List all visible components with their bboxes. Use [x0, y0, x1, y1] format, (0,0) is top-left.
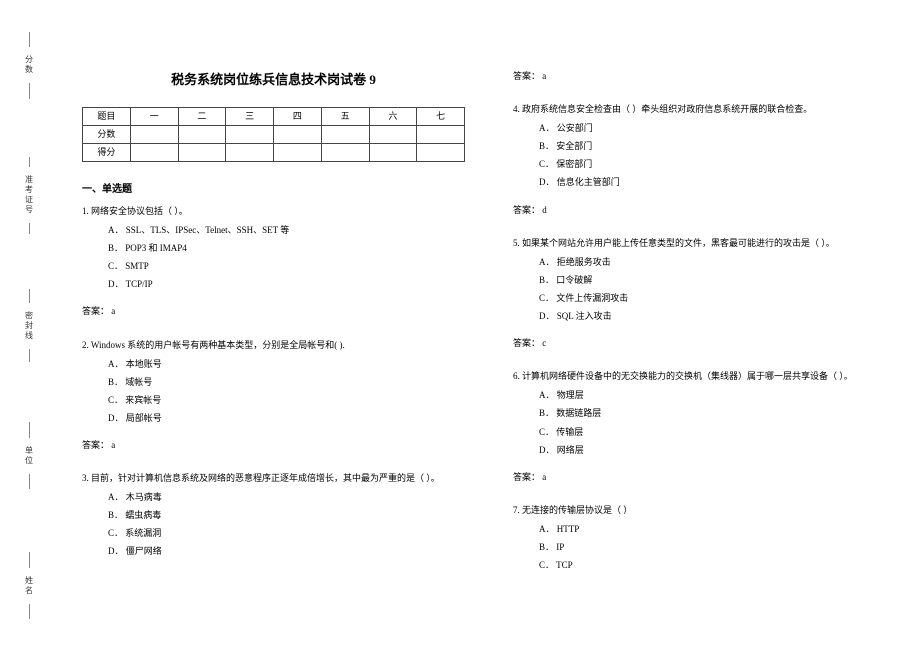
question-block: 7. 无连接的传输层协议是（ ） A． HTTP B． IP C． TCP [513, 502, 896, 574]
page-title: 税务系统岗位练兵信息技术岗试卷 9 [82, 68, 465, 93]
option: D． SQL 注入攻击 [539, 308, 896, 325]
col-header: 二 [178, 107, 226, 125]
option: A． 木马病毒 [108, 489, 465, 506]
option: C． 文件上传漏洞攻击 [539, 290, 896, 307]
question-stem: 3. 目前，针对计算机信息系统及网络的恶意程序正逐年成倍增长，其中最为严重的是（… [82, 470, 465, 487]
option: D． TCP/IP [108, 276, 465, 293]
option: A． 公安部门 [539, 120, 896, 137]
question-block: 2. Windows 系统的用户帐号有两种基本类型，分别是全局帐号和( ). A… [82, 337, 465, 427]
question-stem: 5. 如果某个网站允许用户能上传任意类型的文件，黑客最可能进行的攻击是（ ）。 [513, 235, 896, 252]
col-header: 一 [130, 107, 178, 125]
row-label: 分数 [83, 125, 131, 143]
section-heading: 一、单选题 [82, 180, 465, 199]
option: A． 拒绝服务攻击 [539, 254, 896, 271]
options-list: A． 木马病毒 B． 蠕虫病毒 C． 系统漏洞 D． 僵尸网络 [82, 489, 465, 560]
question-block: 5. 如果某个网站允许用户能上传任意类型的文件，黑客最可能进行的攻击是（ ）。 … [513, 235, 896, 325]
option: A． 物理层 [539, 387, 896, 404]
col-header: 七 [417, 107, 465, 125]
answer-line: 答案： d [513, 202, 896, 219]
col-header: 四 [274, 107, 322, 125]
page-body: 税务系统岗位练兵信息技术岗试卷 9 题目 一 二 三 四 五 六 七 分数 [58, 0, 920, 651]
options-list: A． 公安部门 B． 安全部门 C． 保密部门 D． 信息化主管部门 [513, 120, 896, 191]
option: B． 口令破解 [539, 272, 896, 289]
col-header: 五 [321, 107, 369, 125]
answer-line: 答案： a [513, 68, 896, 85]
answer-line: 答案： a [513, 469, 896, 486]
question-stem: 1. 网络安全协议包括（ ）。 [82, 203, 465, 220]
option: B． 安全部门 [539, 138, 896, 155]
answer-line: 答案： c [513, 335, 896, 352]
score-cell [130, 143, 178, 161]
option: C． 系统漏洞 [108, 525, 465, 542]
row-label: 题目 [83, 107, 131, 125]
score-cell [274, 143, 322, 161]
score-cell [321, 125, 369, 143]
option: C． 保密部门 [539, 156, 896, 173]
question-stem: 6. 计算机网络硬件设备中的无交换能力的交换机（集线器）属于哪一层共享设备（ ）… [513, 368, 896, 385]
option: B． POP3 和 IMAP4 [108, 240, 465, 257]
answer-line: 答案： a [82, 303, 465, 320]
option: D． 网络层 [539, 442, 896, 459]
row-label: 得分 [83, 143, 131, 161]
question-stem: 2. Windows 系统的用户帐号有两种基本类型，分别是全局帐号和( ). [82, 337, 465, 354]
score-cell [130, 125, 178, 143]
question-block: 6. 计算机网络硬件设备中的无交换能力的交换机（集线器）属于哪一层共享设备（ ）… [513, 368, 896, 458]
binding-margin: 分数 准考证号 密封线 单位 姓名 [0, 0, 58, 651]
options-list: A． SSL、TLS、IPSec、Telnet、SSH、SET 等 B． POP… [82, 222, 465, 293]
binding-label: 姓名 [24, 576, 35, 596]
score-cell [417, 143, 465, 161]
option: A． HTTP [539, 521, 896, 538]
option: A． 本地账号 [108, 356, 465, 373]
binding-label: 分数 [24, 55, 35, 75]
question-stem: 7. 无连接的传输层协议是（ ） [513, 502, 896, 519]
answer-line: 答案： a [82, 437, 465, 454]
table-row: 得分 [83, 143, 465, 161]
option: D． 僵尸网络 [108, 543, 465, 560]
score-cell [321, 143, 369, 161]
score-cell [369, 143, 417, 161]
option: B． 数据链路层 [539, 405, 896, 422]
options-list: A． 本地账号 B． 域帐号 C． 来宾帐号 D． 局部帐号 [82, 356, 465, 427]
option: D． 信息化主管部门 [539, 174, 896, 191]
options-list: A． 物理层 B． 数据链路层 C． 传输层 D． 网络层 [513, 387, 896, 458]
option: C． TCP [539, 557, 896, 574]
option: B． 蠕虫病毒 [108, 507, 465, 524]
score-cell [178, 125, 226, 143]
score-cell [417, 125, 465, 143]
score-cell [226, 125, 274, 143]
option: C． 传输层 [539, 424, 896, 441]
right-column: 答案： a 4. 政府系统信息安全检查由（ ）牵头组织对政府信息系统开展的联合检… [489, 0, 920, 651]
score-cell [274, 125, 322, 143]
score-cell [226, 143, 274, 161]
score-cell [178, 143, 226, 161]
binding-label: 密封线 [24, 311, 35, 341]
option: B． 域帐号 [108, 374, 465, 391]
question-stem: 4. 政府系统信息安全检查由（ ）牵头组织对政府信息系统开展的联合检查。 [513, 101, 896, 118]
option: C． 来宾帐号 [108, 392, 465, 409]
option: C． SMTP [108, 258, 465, 275]
options-list: A． 拒绝服务攻击 B． 口令破解 C． 文件上传漏洞攻击 D． SQL 注入攻… [513, 254, 896, 325]
table-row: 题目 一 二 三 四 五 六 七 [83, 107, 465, 125]
col-header: 六 [369, 107, 417, 125]
option: B． IP [539, 539, 896, 556]
question-block: 4. 政府系统信息安全检查由（ ）牵头组织对政府信息系统开展的联合检查。 A． … [513, 101, 896, 191]
score-cell [369, 125, 417, 143]
option: A． SSL、TLS、IPSec、Telnet、SSH、SET 等 [108, 222, 465, 239]
binding-label: 单位 [24, 446, 35, 466]
option: D． 局部帐号 [108, 410, 465, 427]
col-header: 三 [226, 107, 274, 125]
left-column: 税务系统岗位练兵信息技术岗试卷 9 题目 一 二 三 四 五 六 七 分数 [58, 0, 489, 651]
options-list: A． HTTP B． IP C． TCP [513, 521, 896, 574]
question-block: 3. 目前，针对计算机信息系统及网络的恶意程序正逐年成倍增长，其中最为严重的是（… [82, 470, 465, 560]
question-block: 1. 网络安全协议包括（ ）。 A． SSL、TLS、IPSec、Telnet、… [82, 203, 465, 293]
score-table: 题目 一 二 三 四 五 六 七 分数 得分 [82, 107, 465, 162]
binding-label: 准考证号 [24, 175, 35, 215]
table-row: 分数 [83, 125, 465, 143]
